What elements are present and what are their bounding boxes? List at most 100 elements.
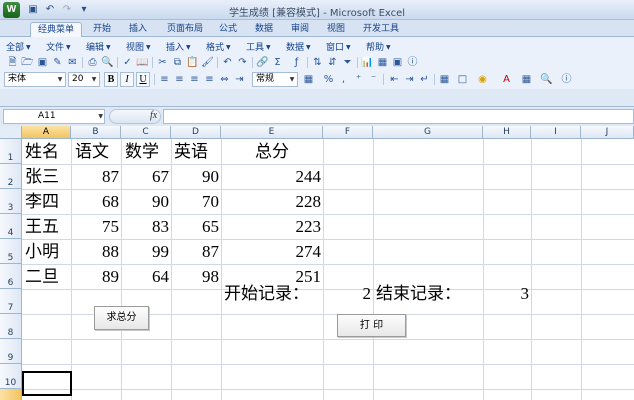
cell-styles-icon[interactable]: ▦ <box>520 73 533 86</box>
zoom-icon[interactable]: ▣ <box>391 56 404 69</box>
menu-format[interactable]: 格式 ▼ <box>206 40 231 53</box>
column-header-h[interactable]: H <box>483 126 531 139</box>
bold-button[interactable]: B <box>104 72 118 87</box>
sum-button[interactable]: 求总分 <box>94 306 149 330</box>
header-math[interactable]: 数学 <box>125 140 159 164</box>
tab-insert[interactable]: 插入 <box>122 22 154 37</box>
end-record-value[interactable]: 3 <box>483 282 530 306</box>
cell-chinese[interactable]: 75 <box>71 215 119 239</box>
start-record-value[interactable]: 2 <box>323 282 372 306</box>
row-header-5[interactable]: 5 <box>0 239 22 264</box>
tab-developer[interactable]: 开发工具 <box>356 22 406 37</box>
row-header-6[interactable]: 6 <box>0 264 22 289</box>
menu-window[interactable]: 窗口 ▼ <box>326 40 351 53</box>
cell-english[interactable]: 90 <box>171 165 219 189</box>
help-icon[interactable]: ⓘ <box>560 73 573 86</box>
header-total[interactable]: 总分 <box>255 140 289 164</box>
cell-chinese[interactable]: 88 <box>71 240 119 264</box>
tab-formulas[interactable]: 公式 <box>212 22 244 37</box>
sort-ascending-icon[interactable]: ⇅ <box>311 56 324 69</box>
cell-total[interactable]: 244 <box>221 165 322 189</box>
cell-english[interactable]: 98 <box>171 265 219 289</box>
cut-icon[interactable]: ✂ <box>156 56 169 69</box>
cell-english[interactable]: 65 <box>171 215 219 239</box>
filter-icon[interactable]: ⏷ <box>341 56 354 69</box>
cell-name[interactable]: 张三 <box>25 165 59 189</box>
row-header-4[interactable]: 4 <box>0 214 22 239</box>
decrease-decimal-icon[interactable]: ⁻ <box>367 73 380 86</box>
border-style-icon[interactable]: □ <box>456 73 469 86</box>
percent-button[interactable]: % <box>322 73 335 86</box>
hyperlink-icon[interactable]: 🔗 <box>256 56 269 69</box>
row-header-9[interactable]: 9 <box>0 339 22 364</box>
menu-data[interactable]: 数据 ▼ <box>286 40 311 53</box>
font-color-icon[interactable]: A <box>500 73 513 86</box>
undo-icon[interactable]: ↶ <box>221 56 234 69</box>
row-header-3[interactable]: 3 <box>0 189 22 214</box>
active-cell[interactable] <box>22 371 72 396</box>
font-name-select[interactable]: 宋体 ▼ <box>4 72 66 87</box>
cell-english[interactable]: 87 <box>171 240 219 264</box>
tab-home[interactable]: 开始 <box>86 22 118 37</box>
find-icon[interactable]: 🔍 <box>540 73 553 86</box>
increase-indent-icon[interactable]: ⇥ <box>403 73 416 86</box>
cell-chinese[interactable]: 68 <box>71 190 119 214</box>
redo-icon[interactable]: ↷ <box>236 56 249 69</box>
autosum-icon[interactable]: Σ <box>271 56 284 69</box>
cell-math[interactable]: 64 <box>121 265 169 289</box>
justify-icon[interactable]: ≡ <box>203 73 216 86</box>
menu-help[interactable]: 帮助 ▼ <box>366 40 391 53</box>
select-all-corner[interactable] <box>0 126 22 139</box>
print-preview-icon[interactable]: 🔍 <box>101 56 114 69</box>
header-name[interactable]: 姓名 <box>25 140 59 164</box>
column-header-g[interactable]: G <box>373 126 483 139</box>
align-right-icon[interactable]: ≡ <box>188 73 201 86</box>
italic-button[interactable]: I <box>120 72 134 87</box>
menu-file[interactable]: 文件 ▼ <box>46 40 71 53</box>
cell-english[interactable]: 70 <box>171 190 219 214</box>
tab-data[interactable]: 数据 <box>248 22 280 37</box>
cell-name[interactable]: 李四 <box>25 190 59 214</box>
menu-insert[interactable]: 插入 ▼ <box>166 40 191 53</box>
header-english[interactable]: 英语 <box>174 140 208 164</box>
cell-math[interactable]: 90 <box>121 190 169 214</box>
header-chinese[interactable]: 语文 <box>75 140 109 164</box>
underline-button[interactable]: U <box>136 72 150 87</box>
column-header-i[interactable]: I <box>531 126 581 139</box>
align-left-icon[interactable]: ≡ <box>158 73 171 86</box>
column-header-e[interactable]: E <box>221 126 323 139</box>
row-header-1[interactable]: 1 <box>0 139 22 164</box>
permission-icon[interactable]: ✎ <box>51 56 64 69</box>
help-icon[interactable]: ⓘ <box>406 56 419 69</box>
number-format-select[interactable]: 常规 ▼ <box>252 72 298 87</box>
row-header-7[interactable]: 7 <box>0 289 22 314</box>
cell-math[interactable]: 67 <box>121 165 169 189</box>
cell-chinese[interactable]: 87 <box>71 165 119 189</box>
research-icon[interactable]: 📖 <box>136 56 149 69</box>
chart-icon[interactable]: 📊 <box>361 56 374 69</box>
insert-function-button[interactable]: fx <box>150 110 157 121</box>
column-header-d[interactable]: D <box>171 126 221 139</box>
name-box[interactable]: A11 ▼ <box>3 109 105 124</box>
cell-name[interactable]: 王五 <box>25 215 59 239</box>
increase-decimal-icon[interactable]: ⁺ <box>352 73 365 86</box>
currency-icon[interactable]: ▦ <box>302 73 315 86</box>
end-record-label[interactable]: 结束记录： <box>376 282 461 306</box>
row-header-11[interactable]: 11 <box>0 389 22 400</box>
start-record-label[interactable]: 开始记录： <box>224 282 309 306</box>
row-header-8[interactable]: 8 <box>0 314 22 339</box>
wrap-text-icon[interactable]: ↵ <box>418 73 431 86</box>
column-header-a[interactable]: A <box>22 126 71 139</box>
merge-center-icon[interactable]: ⇔ <box>218 73 231 86</box>
cell-math[interactable]: 99 <box>121 240 169 264</box>
print-icon[interactable]: ⎙ <box>86 56 99 69</box>
align-center-icon[interactable]: ≡ <box>173 73 186 86</box>
fill-color-icon[interactable]: ◉ <box>476 73 489 86</box>
column-header-j[interactable]: J <box>581 126 634 139</box>
cell-chinese[interactable]: 89 <box>71 265 119 289</box>
column-header-c[interactable]: C <box>121 126 171 139</box>
tab-page-layout[interactable]: 页面布局 <box>160 22 210 37</box>
print-button[interactable]: 打 印 <box>337 314 406 337</box>
email-icon[interactable]: ✉ <box>66 56 79 69</box>
tab-classic-menu[interactable]: 经典菜单 <box>30 22 82 37</box>
